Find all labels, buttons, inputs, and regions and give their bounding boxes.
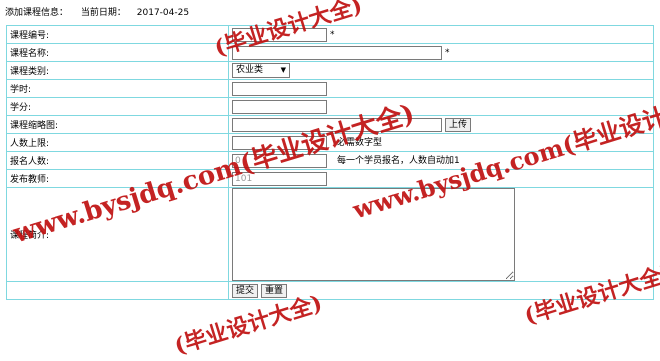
- course-no-input[interactable]: [232, 27, 327, 42]
- enrolled-label: 报名人数:: [6, 151, 229, 170]
- intro-cell: [228, 187, 654, 282]
- enrolled-hint: 每一个学员报名，人数自动加1: [337, 156, 460, 167]
- row-thumbnail: 课程缩略图: 上传: [6, 115, 654, 134]
- thumbnail-cell: 上传: [228, 115, 654, 134]
- current-date-value: 2017-04-25: [136, 8, 190, 18]
- row-credits: 学分:: [6, 97, 654, 116]
- row-enrolled: 报名人数: 每一个学员报名，人数自动加1: [6, 151, 654, 170]
- course-no-cell: *: [228, 25, 654, 44]
- teacher-label: 发布教师:: [6, 169, 229, 188]
- submit-button[interactable]: 提交: [232, 283, 259, 298]
- teacher-cell: [228, 169, 654, 188]
- max-students-cell: 必需数字型: [228, 133, 654, 152]
- hours-label: 学时:: [6, 79, 229, 98]
- teacher-input[interactable]: [232, 171, 327, 186]
- reset-button[interactable]: 重置: [261, 283, 288, 298]
- course-category-select[interactable]: 农业类 ▼: [232, 63, 290, 78]
- hours-cell: [228, 79, 654, 98]
- row-course-no: 课程编号: *: [6, 25, 654, 44]
- add-course-form: 课程编号: * 课程名称: * 课程类别: 农业类 ▼ 学时: 学分: 课程缩略图…: [6, 25, 654, 300]
- row-max-students: 人数上限: 必需数字型: [6, 133, 654, 152]
- credits-cell: [228, 97, 654, 116]
- upload-button[interactable]: 上传: [445, 117, 472, 132]
- actions-cell: 提交 重置: [228, 281, 654, 300]
- row-intro: 课程简介:: [6, 187, 654, 282]
- intro-label: 课程简介:: [6, 187, 229, 282]
- page-header: 添加课程信息： 当前日期： 2017-04-25: [5, 6, 189, 20]
- enrolled-input[interactable]: [232, 153, 327, 168]
- row-course-category: 课程类别: 农业类 ▼: [6, 61, 654, 80]
- selected-category: 农业类: [236, 65, 264, 75]
- course-name-label: 课程名称:: [6, 43, 229, 62]
- max-students-label: 人数上限:: [6, 133, 229, 152]
- required-mark: *: [330, 30, 335, 40]
- credits-input[interactable]: [232, 99, 327, 114]
- thumbnail-label: 课程缩略图:: [6, 115, 229, 134]
- max-students-hint: 必需数字型: [337, 138, 383, 149]
- enrolled-cell: 每一个学员报名，人数自动加1: [228, 151, 654, 170]
- course-name-input[interactable]: [232, 45, 442, 60]
- required-mark: *: [445, 48, 450, 58]
- max-students-input[interactable]: [232, 135, 327, 150]
- credits-label: 学分:: [6, 97, 229, 116]
- course-category-cell: 农业类 ▼: [228, 61, 654, 80]
- row-actions: 提交 重置: [6, 281, 654, 300]
- page-title: 添加课程信息：: [5, 8, 69, 18]
- course-name-cell: *: [228, 43, 654, 62]
- chevron-down-icon: ▼: [280, 66, 286, 74]
- thumbnail-path-input[interactable]: [232, 117, 442, 132]
- row-teacher: 发布教师:: [6, 169, 654, 188]
- course-no-label: 课程编号:: [6, 25, 229, 44]
- hours-input[interactable]: [232, 81, 327, 96]
- actions-spacer: [6, 281, 229, 300]
- course-category-label: 课程类别:: [6, 61, 229, 80]
- row-hours: 学时:: [6, 79, 654, 98]
- current-date-label: 当前日期：: [80, 8, 126, 18]
- intro-textarea[interactable]: [232, 188, 515, 281]
- row-course-name: 课程名称: *: [6, 43, 654, 62]
